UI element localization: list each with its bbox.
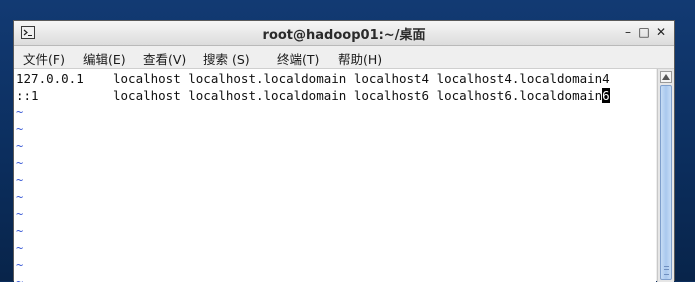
vertical-scrollbar[interactable] — [657, 69, 674, 282]
empty-line-marker: ~ — [16, 190, 24, 204]
arrow-up-icon[interactable] — [660, 71, 672, 83]
hosts-line-ipv4: 127.0.0.1 localhost localhost.localdomain… — [16, 70, 610, 87]
ip-address: ::1 — [16, 88, 39, 103]
empty-line-marker: ~ — [16, 224, 24, 238]
desktop-background: root@hadoop01:~/桌面 – □ ✕ 文件(F) 编辑(E) 查看(… — [0, 0, 695, 282]
menu-edit[interactable]: 编辑(E) — [83, 49, 126, 68]
scroll-thumb[interactable] — [660, 85, 672, 280]
empty-line-marker: ~ — [16, 207, 24, 221]
menu-help[interactable]: 帮助(H) — [338, 49, 382, 68]
hosts-line-ipv6: ::1 localhost localhost.localdomain local… — [16, 87, 610, 104]
text-cursor: 6 — [602, 88, 610, 103]
empty-line-marker: ~ — [16, 156, 24, 170]
terminal-output[interactable]: 127.0.0.1 localhost localhost.localdomain… — [14, 69, 656, 282]
empty-line-marker: ~ — [16, 173, 24, 187]
host-names: localhost localhost.localdomain localhos… — [113, 71, 610, 86]
window-title: root@hadoop01:~/桌面 — [262, 28, 426, 43]
host-names: localhost localhost.localdomain localhos… — [113, 88, 610, 103]
empty-line-marker: ~ — [16, 122, 24, 136]
menu-file[interactable]: 文件(F) — [23, 49, 65, 68]
terminal-window: root@hadoop01:~/桌面 – □ ✕ 文件(F) 编辑(E) 查看(… — [13, 20, 675, 282]
menu-search[interactable]: 搜索 (S) — [203, 49, 250, 68]
grip-icon — [664, 266, 669, 275]
ip-address: 127.0.0.1 — [16, 71, 84, 86]
menu-view[interactable]: 查看(V) — [143, 49, 186, 68]
menu-terminal[interactable]: 终端(T) — [277, 49, 319, 68]
empty-line-marker: ~ — [16, 241, 24, 255]
empty-line-marker: ~ — [16, 258, 24, 272]
title-bar[interactable]: root@hadoop01:~/桌面 – □ ✕ — [14, 21, 674, 46]
empty-line-marker: ~ — [16, 139, 24, 153]
minimize-icon[interactable]: – — [621, 25, 635, 39]
empty-line-marker: ~ — [16, 105, 24, 119]
maximize-icon[interactable]: □ — [637, 25, 651, 39]
close-icon[interactable]: ✕ — [654, 25, 668, 39]
menu-bar: 文件(F) 编辑(E) 查看(V) 搜索 (S) 终端(T) 帮助(H) — [14, 46, 674, 69]
